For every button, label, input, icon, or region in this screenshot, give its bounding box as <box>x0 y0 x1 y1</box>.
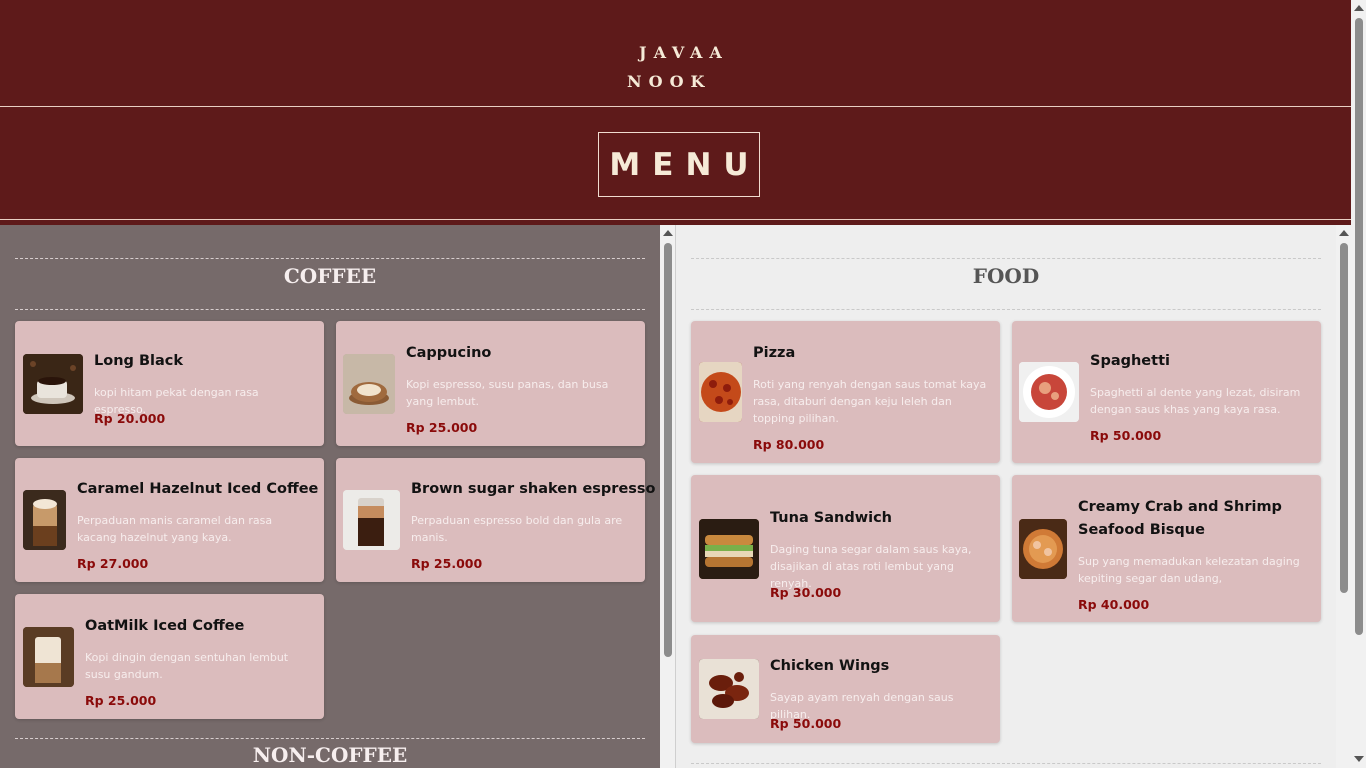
brown-sugar-shaken-espresso-image <box>343 490 400 550</box>
item-name: Creamy Crab and Shrimp Seafood Bisque <box>1078 499 1282 538</box>
menu-card-creamy-crab-and-shrimp-seafood-bisque[interactable]: Creamy Crab and Shrimp Seafood Bisque Su… <box>1012 475 1321 622</box>
section-rule <box>15 738 645 739</box>
pizza-image <box>699 362 742 422</box>
header-divider-bottom <box>0 219 1351 220</box>
scroll-down-arrow-icon[interactable] <box>1354 756 1364 762</box>
tuna-sandwich-image <box>699 519 759 579</box>
scroll-up-arrow-icon[interactable] <box>663 230 673 236</box>
item-price: Rp 25.000 <box>411 556 483 571</box>
item-price: Rp 30.000 <box>770 585 842 600</box>
item-name: Spaghetti <box>1090 353 1170 369</box>
item-price: Rp 50.000 <box>770 716 842 731</box>
caramel-hazelnut-iced-coffee-image <box>23 490 66 550</box>
item-price: Rp 50.000 <box>1090 428 1162 443</box>
page-scrollbar[interactable] <box>1351 0 1366 768</box>
item-name: OatMilk Iced Coffee <box>85 618 245 634</box>
item-name: Brown sugar shaken espresso <box>411 481 656 497</box>
item-price: Rp 25.000 <box>85 693 157 708</box>
site-header: JAVAA NOOK MENU <box>0 0 1351 225</box>
item-price: Rp 20.000 <box>94 411 166 426</box>
item-name: Cappucino <box>406 345 492 361</box>
brand-logo[interactable]: JAVAA NOOK <box>627 38 729 96</box>
section-rule <box>15 258 645 259</box>
section-rule <box>691 309 1321 310</box>
menu-card-caramel-hazelnut-iced-coffee[interactable]: Caramel Hazelnut Iced Coffee Perpaduan m… <box>15 458 324 582</box>
chicken-wings-image <box>699 659 759 719</box>
menu-card-oatmilk-iced-coffee[interactable]: OatMilk Iced Coffee Kopi dingin dengan s… <box>15 594 324 719</box>
scrollbar-thumb[interactable] <box>1340 243 1348 593</box>
item-price: Rp 27.000 <box>77 556 149 571</box>
food-section-title: FOOD <box>972 264 1040 288</box>
brand-line-2: NOOK <box>627 72 712 91</box>
item-description: Kopi espresso, susu panas, dan busa yang… <box>406 378 609 408</box>
section-rule <box>691 763 1321 764</box>
item-description: Roti yang renyah dengan saus tomat kaya … <box>753 378 987 425</box>
item-name: Long Black <box>94 353 183 369</box>
menu-card-pizza[interactable]: Pizza Roti yang renyah dengan saus tomat… <box>691 321 1000 463</box>
brand-line-1: JAVAA <box>639 43 729 62</box>
scroll-up-arrow-icon[interactable] <box>1339 230 1349 236</box>
menu-card-cappucino[interactable]: Cappucino Kopi espresso, susu panas, dan… <box>336 321 645 446</box>
item-name: Pizza <box>753 345 796 361</box>
header-divider-top <box>0 106 1351 107</box>
section-rule <box>691 258 1321 259</box>
item-description: Spaghetti al dente yang lezat, disiram d… <box>1090 386 1301 416</box>
menu-card-spaghetti[interactable]: Spaghetti Spaghetti al dente yang lezat,… <box>1012 321 1321 463</box>
section-rule <box>15 309 645 310</box>
oatmilk-iced-coffee-image <box>23 627 74 687</box>
item-price: Rp 40.000 <box>1078 597 1150 612</box>
item-price: Rp 80.000 <box>753 437 825 452</box>
item-name: Chicken Wings <box>770 658 890 674</box>
coffee-section-title: COFFEE <box>283 264 377 288</box>
seafood-bisque-image <box>1019 519 1067 579</box>
menu-card-long-black[interactable]: Long Black kopi hitam pekat dengan rasa … <box>15 321 324 446</box>
item-description: Perpaduan manis caramel dan rasa kacang … <box>77 514 273 544</box>
menu-card-tuna-sandwich[interactable]: Tuna Sandwich Daging tuna segar dalam sa… <box>691 475 1000 622</box>
non-coffee-section-title: NON-COFFEE <box>252 743 408 767</box>
item-price: Rp 25.000 <box>406 420 478 435</box>
item-name: Caramel Hazelnut Iced Coffee <box>77 481 319 497</box>
item-name: Tuna Sandwich <box>770 510 892 526</box>
item-description: Kopi dingin dengan sentuhan lembut susu … <box>85 651 289 681</box>
scrollbar-thumb[interactable] <box>1355 18 1363 635</box>
food-panel[interactable]: FOOD Pizza Roti yang renyah dengan saus … <box>676 225 1336 768</box>
scroll-up-arrow-icon[interactable] <box>1354 5 1364 11</box>
item-description: Sup yang memadukan kelezatan daging kepi… <box>1078 555 1300 585</box>
scrollbar-thumb[interactable] <box>664 243 672 657</box>
coffee-panel[interactable]: COFFEE Long Black kopi hitam pekat denga… <box>0 225 660 768</box>
coffee-panel-scrollbar[interactable] <box>660 225 675 768</box>
spaghetti-image <box>1019 362 1079 422</box>
menu-card-brown-sugar-shaken-espresso[interactable]: Brown sugar shaken espresso Perpaduan es… <box>336 458 656 582</box>
food-panel-scrollbar[interactable] <box>1336 225 1351 768</box>
long-black-image <box>23 354 83 414</box>
menu-title: MENU <box>598 132 760 197</box>
cappucino-image <box>343 354 395 414</box>
menu-card-chicken-wings[interactable]: Chicken Wings Sayap ayam renyah dengan s… <box>691 635 1000 743</box>
item-description: Perpaduan espresso bold dan gula are man… <box>411 514 623 544</box>
